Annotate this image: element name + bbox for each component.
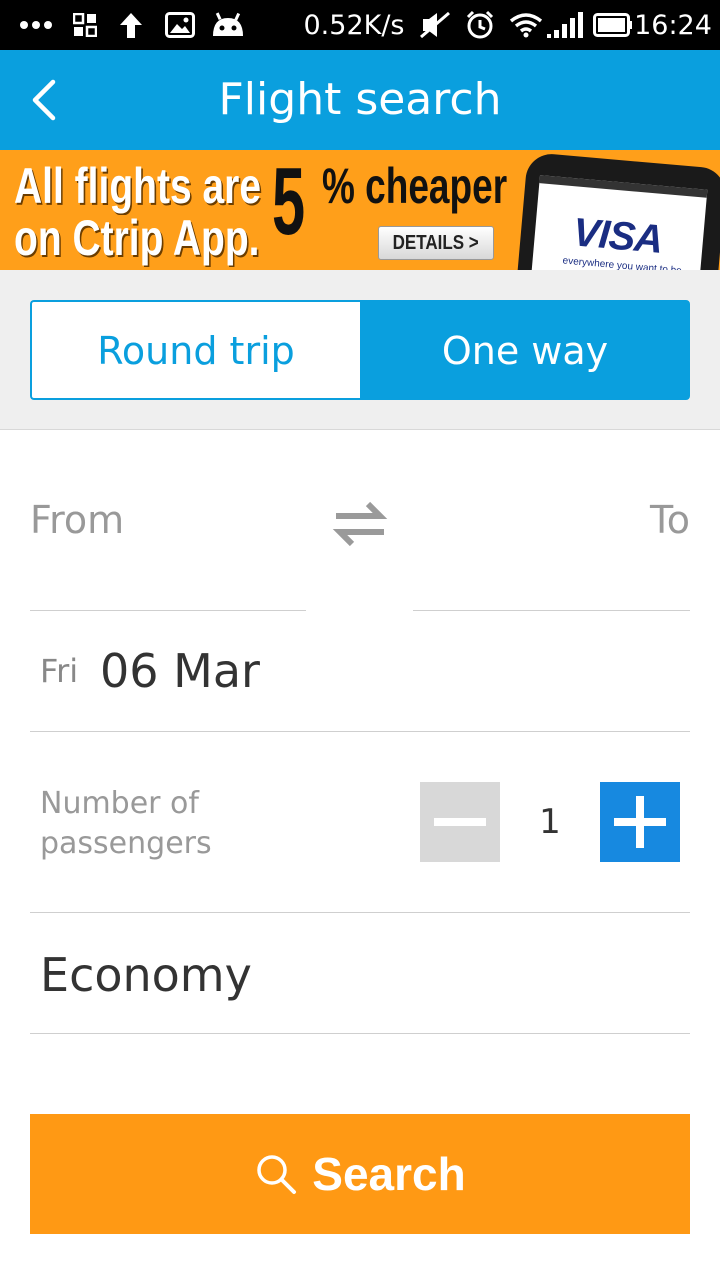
date-value: 06 Mar <box>100 644 260 698</box>
to-underline <box>413 610 690 611</box>
trip-type-toggle: Round trip One way <box>0 270 720 430</box>
details-label: DETAILS > <box>392 232 480 254</box>
banner-details-button[interactable]: DETAILS > <box>378 226 494 260</box>
search-button[interactable]: Search <box>30 1114 690 1234</box>
chevron-left-icon <box>32 79 56 121</box>
back-button[interactable] <box>14 70 74 130</box>
status-bar: 0.52K/s 16:24 <box>0 0 720 50</box>
search-icon <box>257 1155 297 1194</box>
muted-vibrate-icon <box>418 0 452 50</box>
search-label: Search <box>312 1148 466 1200</box>
banner-line-1: All flights are <box>14 158 262 214</box>
cabin-class-value: Economy <box>40 948 252 1002</box>
battery-icon <box>592 0 634 50</box>
passengers-label: Number of passengers <box>40 786 212 861</box>
plus-icon-vertical <box>636 796 644 848</box>
decrease-passengers-button[interactable] <box>420 782 500 862</box>
upload-arrow-icon <box>116 0 146 50</box>
departure-date-field[interactable]: Fri 06 Mar <box>30 612 690 730</box>
phone-status-strip <box>539 175 708 198</box>
signal-icon <box>546 0 584 50</box>
minus-icon <box>434 818 486 826</box>
cabin-class-field[interactable]: Economy <box>30 914 690 1032</box>
android-icon <box>208 0 248 50</box>
app-bar: Flight search <box>0 50 720 150</box>
passenger-count: 1 <box>539 802 561 842</box>
phone-image: VISA everywhere you want to be <box>514 152 720 270</box>
banner-line-2: on Ctrip App. <box>14 210 260 266</box>
banner-highlight: % cheaper <box>322 158 508 214</box>
tab-round-trip[interactable]: Round trip <box>30 300 360 400</box>
swap-arrows-icon <box>332 501 388 547</box>
image-icon <box>164 0 196 50</box>
wifi-icon <box>508 0 544 50</box>
from-underline <box>30 610 306 611</box>
alarm-icon <box>464 0 496 50</box>
more-dots-icon <box>16 0 56 50</box>
page-title: Flight search <box>218 74 502 125</box>
swap-route-button[interactable] <box>330 494 390 554</box>
increase-passengers-button[interactable] <box>600 782 680 862</box>
clock-time: 16:24 <box>634 9 712 41</box>
network-speed: 0.52K/s <box>303 9 405 41</box>
date-day: Fri <box>40 652 79 690</box>
visa-logo: VISA <box>571 210 665 262</box>
grid-apps-icon <box>72 0 98 50</box>
divider <box>30 731 690 732</box>
divider <box>30 1033 690 1034</box>
from-field[interactable]: From <box>30 498 124 542</box>
phone-screen: VISA everywhere you want to be <box>530 175 708 270</box>
banner-big-number: 5 <box>272 150 306 255</box>
divider <box>30 912 690 913</box>
promo-banner[interactable]: All flights are on Ctrip App. 5 % cheape… <box>0 150 720 270</box>
to-field[interactable]: To <box>650 498 690 542</box>
tab-one-way[interactable]: One way <box>360 300 690 400</box>
